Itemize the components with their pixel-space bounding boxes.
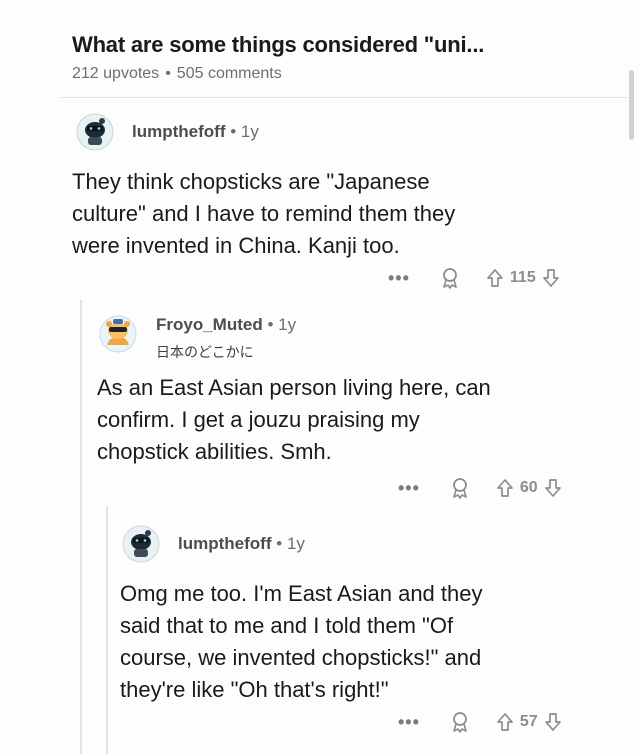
author-username[interactable]: lumpthefoff [132, 122, 225, 141]
user-flair: 日本のどこかに [156, 344, 254, 360]
comment-text-line: they're like "Oh that's right!" [120, 677, 389, 702]
upvote-arrow-icon[interactable] [486, 268, 504, 288]
downvote-arrow-icon[interactable] [544, 478, 562, 498]
meta-separator: • [230, 122, 237, 141]
more-options-icon[interactable]: ••• [388, 269, 410, 287]
comment-text-line: chopstick abilities. Smh. [97, 439, 332, 464]
comment-text-line: said that to me and I told them "Of [120, 613, 454, 638]
comment-count[interactable]: 505 comments [177, 65, 282, 82]
comment-age: 1y [278, 315, 297, 334]
comment-text-line: course, we invented chopsticks!" and [120, 645, 482, 670]
comment-actions: ••• 57 [398, 710, 562, 734]
post-stats: 212 upvotes • 505 comments [72, 65, 282, 83]
post-title[interactable]: What are some things considered "uni... [72, 32, 484, 58]
avatar[interactable] [99, 315, 137, 353]
scrollbar[interactable] [629, 70, 634, 140]
comment-text-line: They think chopsticks are "Japanese [72, 169, 430, 194]
comment-header: lumpthefoff • 1y [132, 122, 259, 142]
comment-text-line: Omg me too. I'm East Asian and they [120, 581, 483, 606]
more-options-icon[interactable]: ••• [398, 713, 420, 731]
comment-actions: ••• 60 [398, 476, 562, 500]
upvote-count: 212 upvotes [72, 65, 160, 82]
comment-body: They think chopsticks are "Japanese cult… [72, 166, 455, 262]
comment-age: 1y [240, 122, 259, 141]
score-count: 60 [519, 479, 538, 496]
comment-text-line: As an East Asian person living here, can [97, 375, 491, 400]
comment-actions: ••• 115 [388, 266, 560, 290]
comment-text-line: confirm. I get a jouzu praising my [97, 407, 420, 432]
snoo-avatar-icon [76, 113, 114, 151]
snoo-avatar-icon [122, 525, 160, 563]
upvote-arrow-icon[interactable] [496, 478, 514, 498]
header-divider [60, 97, 628, 98]
award-icon[interactable] [450, 477, 470, 499]
award-icon[interactable] [440, 267, 460, 289]
avatar[interactable] [76, 113, 114, 151]
comment-text-line: culture" and I have to remind them they [72, 201, 456, 226]
comment-age: 1y [286, 534, 305, 553]
comment-body: Omg me too. I'm East Asian and they said… [120, 578, 482, 706]
downvote-arrow-icon[interactable] [544, 712, 562, 732]
comment-thread-page: What are some things considered "uni... … [0, 0, 640, 754]
thread-line-level-1[interactable] [80, 300, 82, 754]
thread-line-level-2[interactable] [106, 506, 108, 754]
meta-separator: • [276, 534, 283, 553]
score-count: 115 [509, 269, 536, 286]
award-icon[interactable] [450, 711, 470, 733]
meta-separator: • [267, 315, 274, 334]
downvote-arrow-icon[interactable] [542, 268, 560, 288]
author-username[interactable]: Froyo_Muted [156, 315, 263, 334]
comment-body: As an East Asian person living here, can… [97, 372, 491, 468]
comment-text-line: were invented in China. Kanji too. [72, 233, 400, 258]
upvote-arrow-icon[interactable] [496, 712, 514, 732]
author-username[interactable]: lumpthefoff [178, 534, 271, 553]
more-options-icon[interactable]: ••• [398, 479, 420, 497]
score-count: 57 [519, 713, 538, 730]
meta-separator: • [165, 65, 171, 82]
snoo-avatar-icon [99, 315, 137, 353]
avatar[interactable] [122, 525, 160, 563]
comment-header: lumpthefoff • 1y [178, 534, 305, 554]
comment-header: Froyo_Muted • 1y [156, 315, 296, 335]
